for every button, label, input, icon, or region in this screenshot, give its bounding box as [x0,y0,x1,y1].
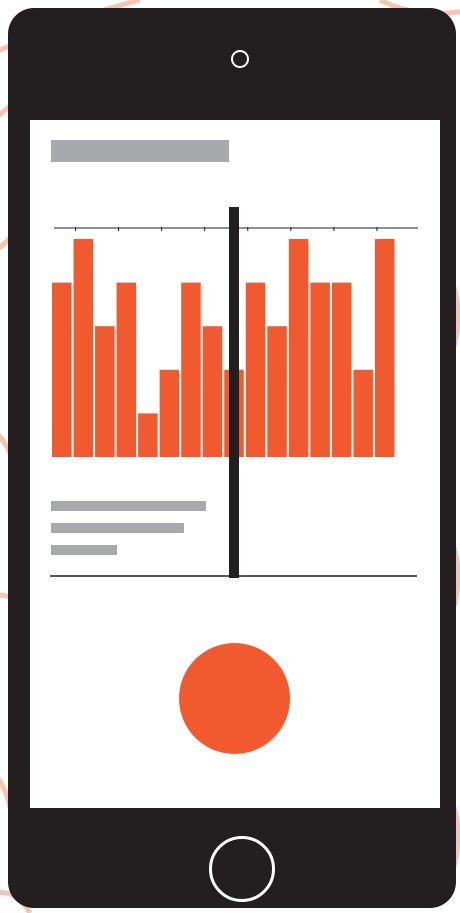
chart-bar [202,326,223,457]
chart-bar [245,282,266,457]
chart-bar [181,282,201,457]
chart-bar [52,282,72,457]
chart-bar [310,282,330,457]
chart-bar [159,369,180,457]
text-line-placeholder-3 [51,545,117,555]
home-button-icon[interactable] [209,836,275,902]
record-button-icon[interactable] [179,643,290,754]
chart-bar [374,239,395,457]
chart-bar [331,282,352,457]
chart-bar [116,282,137,457]
chart-bar [288,239,309,457]
chart-bar [267,326,287,457]
front-camera-icon [231,50,249,68]
audio-bar-chart [50,207,418,578]
chart-bar [95,326,115,457]
phone-screen [30,120,440,808]
playhead[interactable] [229,207,239,578]
chart-bars [52,239,395,457]
chart-bar [73,239,94,457]
playhead-bar[interactable] [229,207,239,578]
text-line-placeholder-1 [51,501,206,511]
chart-bar [353,369,373,457]
text-line-placeholder-2 [51,523,184,533]
chart-bar [138,413,158,457]
